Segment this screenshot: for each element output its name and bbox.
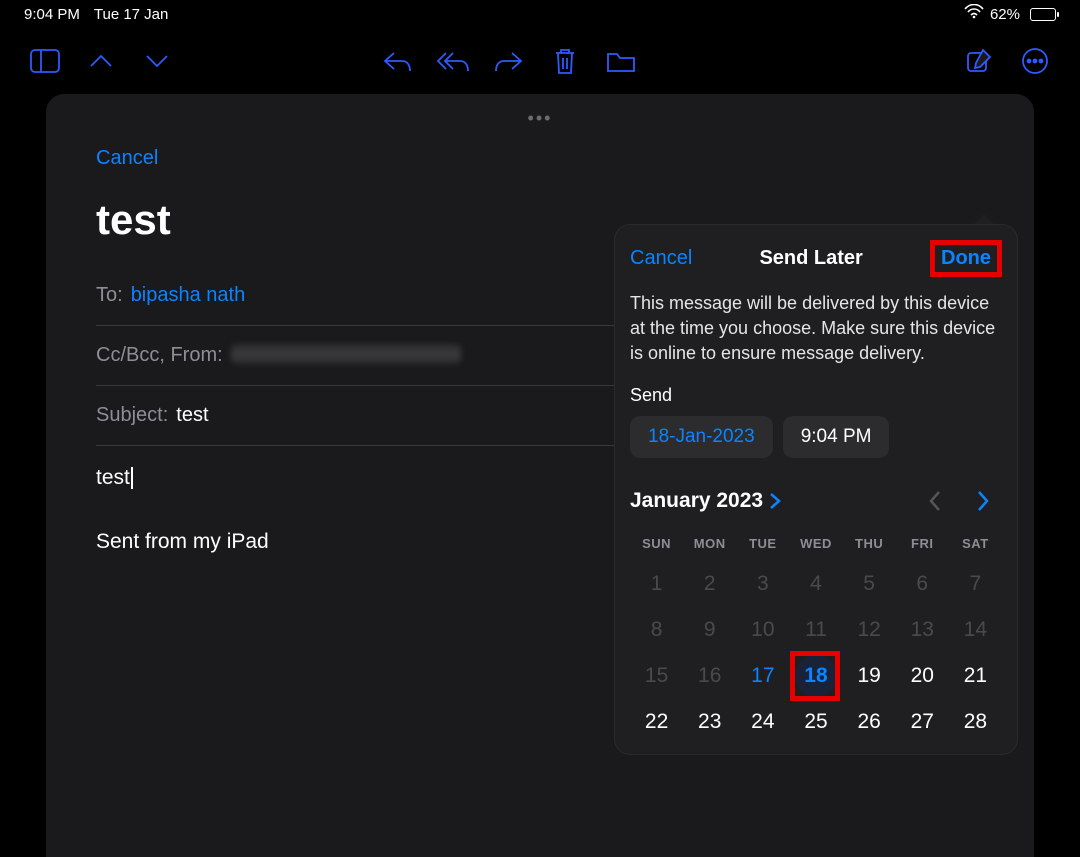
folder-icon[interactable] — [600, 40, 642, 82]
cancel-button[interactable]: Cancel — [96, 147, 158, 170]
from-address-redacted — [231, 344, 461, 364]
cc-from-label: Cc/Bcc, From: — [96, 344, 223, 367]
month-year-button[interactable]: January 2023 — [630, 489, 781, 513]
chevron-down-icon[interactable] — [136, 40, 178, 82]
popover-title: Send Later — [759, 247, 862, 270]
calendar-grid: SUNMONTUEWEDTHUFRISAT 123456789101112131… — [630, 532, 1002, 745]
calendar-day: 16 — [683, 653, 736, 699]
month-year-label: January 2023 — [630, 489, 763, 513]
to-recipient[interactable]: bipasha nath — [131, 284, 246, 307]
weekday-header: FRI — [896, 532, 949, 561]
compose-icon[interactable] — [958, 40, 1000, 82]
popover-done-button[interactable]: Done — [941, 247, 991, 269]
weekday-header: SAT — [949, 532, 1002, 561]
calendar-day: 14 — [949, 607, 1002, 653]
sidebar-toggle-icon[interactable] — [24, 40, 66, 82]
battery-percent: 62% — [990, 6, 1020, 23]
calendar-day: 11 — [789, 607, 842, 653]
calendar-day: 3 — [736, 561, 789, 607]
calendar-day: 2 — [683, 561, 736, 607]
calendar-day: 8 — [630, 607, 683, 653]
calendar-day[interactable]: 25 — [789, 699, 842, 745]
status-time: 9:04 PM — [24, 6, 80, 23]
weekday-header: WED — [789, 532, 842, 561]
calendar-day[interactable]: 21 — [949, 653, 1002, 699]
forward-icon[interactable] — [488, 40, 530, 82]
calendar-day[interactable]: 20 — [896, 653, 949, 699]
send-label: Send — [630, 385, 1002, 406]
weekday-header: MON — [683, 532, 736, 561]
calendar-day: 13 — [896, 607, 949, 653]
wifi-icon — [964, 4, 984, 24]
calendar-day: 12 — [843, 607, 896, 653]
calendar-day: 4 — [789, 561, 842, 607]
send-date-picker[interactable]: 18-Jan-2023 — [630, 416, 773, 458]
status-date: Tue 17 Jan — [94, 6, 169, 23]
next-month-button[interactable] — [964, 482, 1002, 520]
trash-icon[interactable] — [544, 40, 586, 82]
calendar-day: 10 — [736, 607, 789, 653]
to-label: To: — [96, 284, 123, 307]
calendar-day[interactable]: 27 — [896, 699, 949, 745]
send-time-picker[interactable]: 9:04 PM — [783, 416, 890, 458]
chevron-up-icon[interactable] — [80, 40, 122, 82]
battery-icon — [1026, 8, 1056, 21]
weekday-header: SUN — [630, 532, 683, 561]
calendar-day: 6 — [896, 561, 949, 607]
weekday-header: THU — [843, 532, 896, 561]
sheet-grabber-icon[interactable]: ••• — [46, 94, 1034, 129]
calendar-day[interactable]: 19 — [843, 653, 896, 699]
calendar-day: 9 — [683, 607, 736, 653]
subject-label: Subject: — [96, 404, 168, 427]
prev-month-button[interactable] — [916, 482, 954, 520]
send-later-popover: Cancel Send Later Done This message will… — [614, 224, 1018, 755]
calendar-day[interactable]: 28 — [949, 699, 1002, 745]
popover-cancel-button[interactable]: Cancel — [630, 247, 692, 270]
calendar-day[interactable]: 22 — [630, 699, 683, 745]
subject-value: test — [176, 404, 208, 427]
calendar-day: 15 — [630, 653, 683, 699]
weekday-header: TUE — [736, 532, 789, 561]
calendar-day: 1 — [630, 561, 683, 607]
popover-description: This message will be delivered by this d… — [630, 291, 1002, 367]
calendar-day[interactable]: 17 — [736, 653, 789, 699]
status-bar: 9:04 PM Tue 17 Jan 62% — [0, 0, 1080, 28]
calendar-day[interactable]: 24 — [736, 699, 789, 745]
calendar-day[interactable]: 18 — [789, 653, 842, 699]
calendar-day[interactable]: 26 — [843, 699, 896, 745]
done-highlight: Done — [930, 240, 1002, 277]
calendar-day: 7 — [949, 561, 1002, 607]
reply-all-icon[interactable] — [432, 40, 474, 82]
body-text: test — [96, 466, 133, 489]
calendar-day: 5 — [843, 561, 896, 607]
more-icon[interactable] — [1014, 40, 1056, 82]
compose-sheet: ••• Cancel test To: bipasha nath Cc/Bcc,… — [46, 94, 1034, 857]
mail-toolbar — [0, 28, 1080, 94]
reply-icon[interactable] — [376, 40, 418, 82]
calendar-day[interactable]: 23 — [683, 699, 736, 745]
chevron-right-icon — [769, 492, 781, 510]
